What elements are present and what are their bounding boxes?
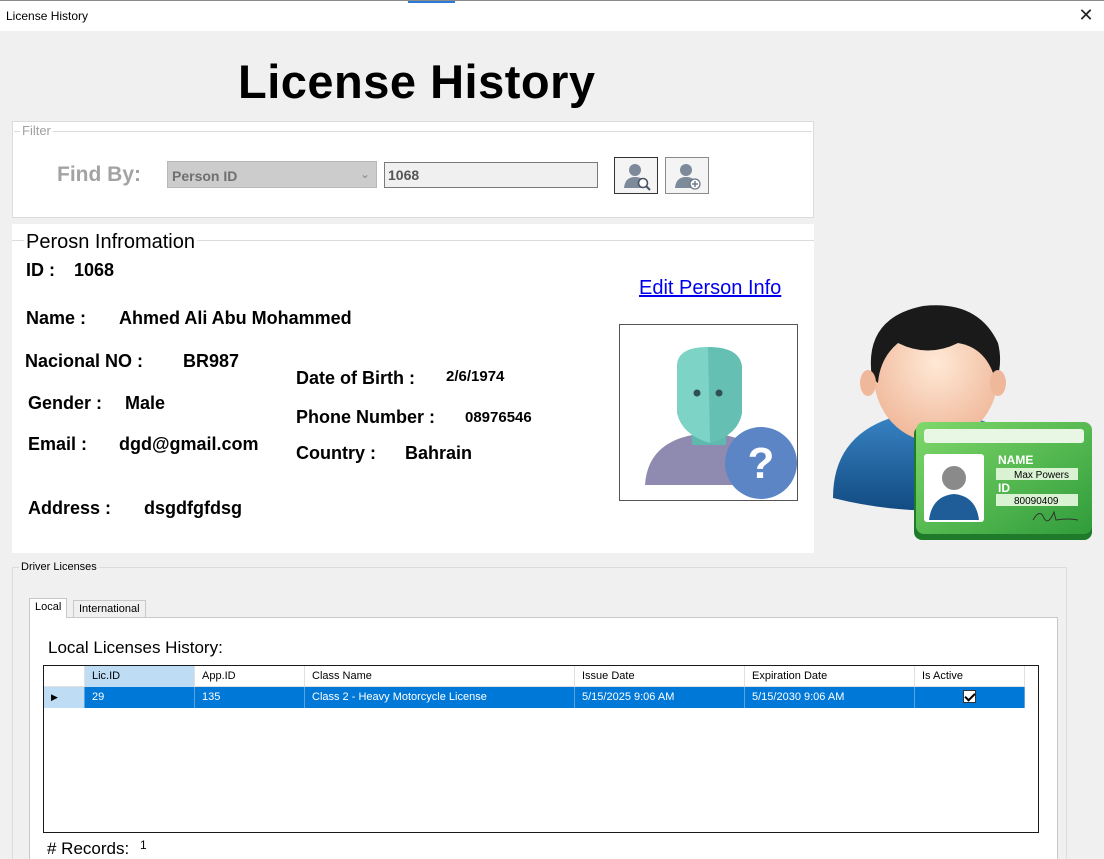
row-selector-arrow-icon[interactable]: ▶ <box>44 687 85 708</box>
name-label: Name : <box>26 308 87 328</box>
national-no-label: Nacional NO : <box>25 351 144 371</box>
chevron-down-icon: ⌄ <box>359 167 370 181</box>
unknown-person-icon: ? <box>645 347 797 499</box>
person-info-legend: Perosn Infromation <box>24 231 197 254</box>
window-title: License History <box>6 9 89 23</box>
id-value: 1068 <box>74 260 115 280</box>
email-label: Email : <box>28 434 88 454</box>
person-photo: ? <box>619 324 798 501</box>
dob-value: 2/6/1974 <box>446 368 505 385</box>
find-by-combo[interactable]: Person ID ⌄ <box>167 161 377 188</box>
country-value: Bahrain <box>405 443 473 463</box>
cell-is-active[interactable] <box>915 687 1025 708</box>
find-person-icon <box>624 164 651 191</box>
name-value: Ahmed Ali Abu Mohammed <box>119 308 352 328</box>
close-icon[interactable]: ✕ <box>1068 1 1104 31</box>
row-header-corner <box>44 666 85 687</box>
records-count: 1 <box>140 838 147 852</box>
column-header-lic-id[interactable]: Lic.ID <box>85 666 195 687</box>
add-person-button[interactable] <box>665 157 709 194</box>
tab-international[interactable]: International <box>73 600 146 617</box>
cell-expiration-date[interactable]: 5/15/2030 9:06 AM <box>745 687 915 708</box>
license-holder-icon: NAME Max Powers ID 80090409 <box>833 305 1092 540</box>
search-input-wrapper[interactable] <box>384 162 598 188</box>
address-value: dsgdfgfdsg <box>144 498 242 518</box>
records-label: # Records: <box>47 839 130 858</box>
address-label: Address : <box>28 498 112 518</box>
find-by-label: Find By: <box>57 163 141 186</box>
card-name-value: Max Powers <box>1014 470 1069 481</box>
svg-text:?: ? <box>748 439 775 488</box>
national-no-value: BR987 <box>183 351 240 371</box>
add-person-icon <box>675 164 701 190</box>
is-active-checkbox[interactable] <box>963 690 976 703</box>
filter-legend: Filter <box>20 123 53 138</box>
card-id-value: 80090409 <box>1014 496 1059 507</box>
find-by-selected: Person ID <box>172 168 238 184</box>
id-label: ID : <box>26 260 55 280</box>
cell-app-id[interactable]: 135 <box>195 687 305 708</box>
column-header-app-id[interactable]: App.ID <box>195 666 305 687</box>
dob-label: Date of Birth : <box>296 368 415 388</box>
tab-local[interactable]: Local <box>29 598 68 618</box>
phone-value: 08976546 <box>465 409 532 426</box>
page-title: License History <box>238 55 596 108</box>
title-accent <box>408 1 455 3</box>
table-row[interactable]: ▶ 29 135 Class 2 - Heavy Motorcycle Lice… <box>44 687 1025 708</box>
cell-issue-date[interactable]: 5/15/2025 9:06 AM <box>575 687 745 708</box>
cell-lic-id[interactable]: 29 <box>85 687 195 708</box>
email-value: dgd@gmail.com <box>119 434 259 454</box>
driver-licenses-legend: Driver Licenses <box>19 561 99 573</box>
search-input[interactable] <box>385 163 597 187</box>
country-label: Country : <box>296 443 376 463</box>
phone-label: Phone Number : <box>296 407 436 427</box>
licenses-grid[interactable]: Lic.ID App.ID Class Name Issue Date Expi… <box>43 665 1039 833</box>
card-id-label: ID <box>998 481 1010 495</box>
card-name-label: NAME <box>998 453 1033 467</box>
gender-label: Gender : <box>28 393 103 413</box>
title-bar: License History ✕ <box>0 0 1104 31</box>
grid-header: Lic.ID App.ID Class Name Issue Date Expi… <box>44 666 1025 687</box>
section-title: Local Licenses History: <box>48 638 223 657</box>
column-header-class-name[interactable]: Class Name <box>305 666 575 687</box>
edit-person-info-link[interactable]: Edit Person Info <box>639 277 781 300</box>
cell-class-name[interactable]: Class 2 - Heavy Motorcycle License <box>305 687 575 708</box>
column-header-expiration-date[interactable]: Expiration Date <box>745 666 915 687</box>
gender-value: Male <box>125 393 166 413</box>
column-header-issue-date[interactable]: Issue Date <box>575 666 745 687</box>
find-person-button[interactable] <box>614 157 658 194</box>
column-header-is-active[interactable]: Is Active <box>915 666 1025 687</box>
